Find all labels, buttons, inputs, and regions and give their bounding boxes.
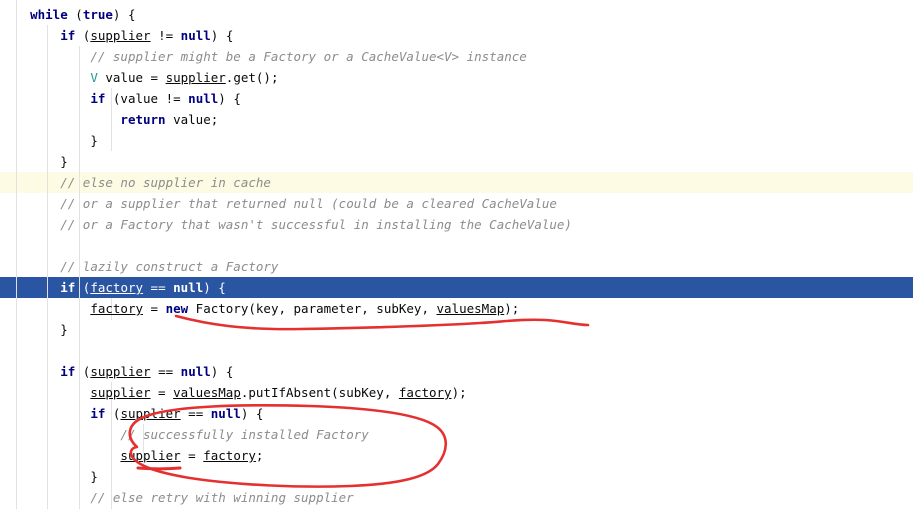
code-line-6[interactable]: return value; [0,109,913,130]
code-line-7[interactable]: } [0,130,913,151]
code-line-10[interactable]: // or a supplier that returned null (cou… [0,193,913,214]
code-line-13[interactable]: // lazily construct a Factory [0,256,913,277]
code-line-3[interactable]: // supplier might be a Factory or a Cach… [0,46,913,67]
code-line-22[interactable]: supplier = factory; [0,445,913,466]
code-line-24[interactable]: // else retry with winning supplier [0,487,913,508]
code-line-21[interactable]: // successfully installed Factory [0,424,913,445]
code-line-9[interactable]: // else no supplier in cache [0,172,913,193]
code-line-20[interactable]: if (supplier == null) { [0,403,913,424]
code-line-2[interactable]: if (supplier != null) { [0,25,913,46]
code-line-14[interactable]: if (factory == null) { [0,277,913,298]
code-line-8[interactable]: } [0,151,913,172]
code-line-17[interactable] [0,340,913,361]
code-line-19[interactable]: supplier = valuesMap.putIfAbsent(subKey,… [0,382,913,403]
code-line-12[interactable] [0,235,913,256]
code-line-11[interactable]: // or a Factory that wasn't successful i… [0,214,913,235]
code-line-15[interactable]: factory = new Factory(key, parameter, su… [0,298,913,319]
code-line-23[interactable]: } [0,466,913,487]
code-editor[interactable]: while (true) { if (supplier != null) { /… [0,0,913,509]
code-line-4[interactable]: V value = supplier.get(); [0,67,913,88]
code-line-18[interactable]: if (supplier == null) { [0,361,913,382]
code-line-1[interactable]: while (true) { [0,4,913,25]
code-line-16[interactable]: } [0,319,913,340]
code-line-5[interactable]: if (value != null) { [0,88,913,109]
